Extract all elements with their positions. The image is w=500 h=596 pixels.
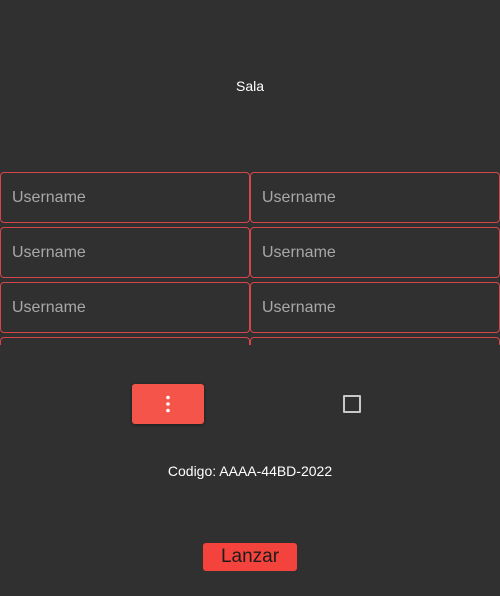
room-screen: Sala Codigo: AAAA-44BD-2022 Lanzar xyxy=(0,0,500,596)
players-grid xyxy=(0,172,500,345)
room-code: Codigo: AAAA-44BD-2022 xyxy=(167,463,333,479)
username-field[interactable] xyxy=(250,282,500,333)
username-field[interactable] xyxy=(250,172,500,223)
launch-button[interactable]: Lanzar xyxy=(203,543,297,571)
username-field[interactable] xyxy=(0,282,250,333)
username-field[interactable] xyxy=(0,172,250,223)
username-field[interactable] xyxy=(0,337,250,345)
username-field[interactable] xyxy=(250,227,500,278)
players-list[interactable] xyxy=(0,172,500,345)
username-field[interactable] xyxy=(0,227,250,278)
option-checkbox[interactable] xyxy=(343,395,361,413)
menu-button[interactable] xyxy=(132,384,204,424)
username-field[interactable] xyxy=(250,337,500,345)
more-vert-icon xyxy=(166,395,170,413)
page-title: Sala xyxy=(235,78,265,94)
